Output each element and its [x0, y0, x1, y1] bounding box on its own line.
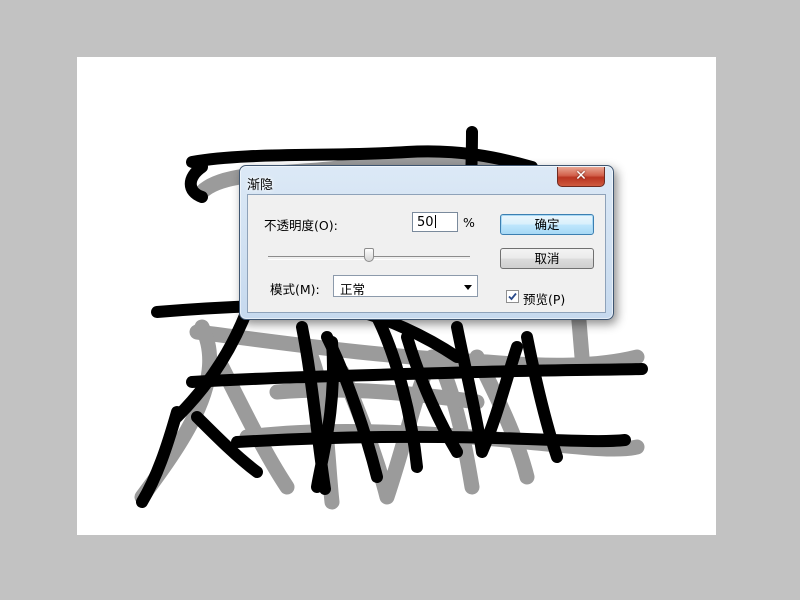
fade-dialog: 渐隐 ✕ 不透明度(O): 50 % 模式(M): 正常 确定 取消 预览(P) [239, 165, 614, 320]
preview-checkbox[interactable] [506, 290, 519, 303]
opacity-value: 50 [417, 215, 434, 230]
dialog-titlebar[interactable]: 渐隐 ✕ [240, 166, 613, 194]
opacity-slider-thumb[interactable] [364, 248, 374, 262]
preview-label: 预览(P) [523, 292, 566, 307]
opacity-label: 不透明度(O): [264, 218, 338, 233]
check-icon [508, 292, 517, 301]
dialog-content: 不透明度(O): 50 % 模式(M): 正常 确定 取消 预览(P) [247, 194, 606, 313]
opacity-unit: % [463, 215, 475, 230]
opacity-input[interactable]: 50 [412, 212, 458, 232]
close-icon: ✕ [575, 168, 587, 184]
chevron-down-icon [464, 285, 472, 290]
mode-label: 模式(M): [270, 282, 320, 297]
mode-value: 正常 [340, 282, 366, 297]
ok-button[interactable]: 确定 [500, 214, 594, 235]
mode-select[interactable]: 正常 [333, 275, 478, 297]
close-button[interactable]: ✕ [557, 167, 605, 187]
dialog-title: 渐隐 [247, 178, 274, 193]
cancel-button[interactable]: 取消 [500, 248, 594, 269]
text-caret [434, 215, 436, 228]
